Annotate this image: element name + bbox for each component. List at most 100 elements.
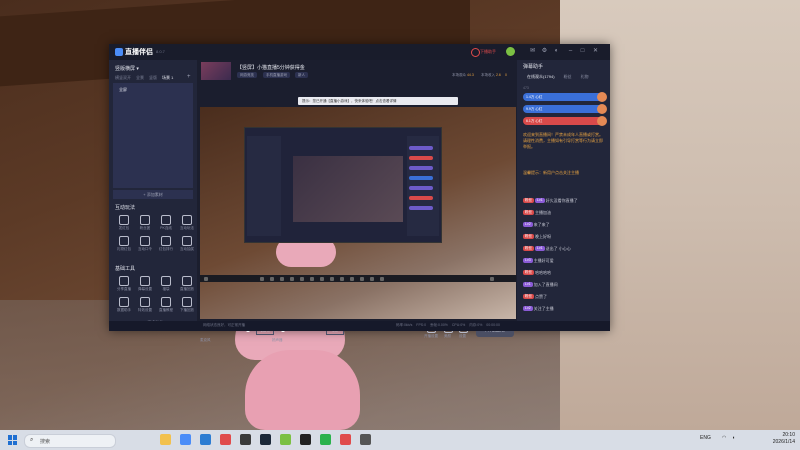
- skin-icon[interactable]: ◐: [553, 48, 560, 55]
- tab-online[interactable]: 在线观众(1794): [527, 74, 555, 80]
- chat-message[interactable]: Lv2 来了来了: [523, 221, 607, 228]
- search-placeholder: 搜索: [40, 439, 51, 445]
- tab-scene-1[interactable]: 场景 1: [162, 75, 173, 81]
- tool-tutorial[interactable]: 直播教程: [157, 297, 175, 313]
- chat-message[interactable]: 粉丝 Lv1 好久没看你直播了: [523, 197, 607, 204]
- app-window: 直播伴侣 8.0.7 下播助手 ✉ ⚙ ◐ – □ ✕ 竖版横屏 ▾ 横竖双开 …: [109, 44, 610, 342]
- chat-message[interactable]: 粉丝 主播加油: [523, 209, 607, 216]
- scene-tabs: 横竖双开 全景 竖版 场景 1: [115, 75, 173, 81]
- tool-data[interactable]: 数据助手: [115, 297, 133, 313]
- tab-fans[interactable]: 粉丝: [564, 74, 572, 80]
- settings-icon[interactable]: [360, 434, 371, 445]
- tool-interact[interactable]: 互动玩法: [178, 215, 196, 231]
- chat-message[interactable]: 粉丝 哈哈哈哈: [523, 269, 607, 276]
- game-icon[interactable]: [240, 434, 251, 445]
- room-tag: 手机直播游戏: [263, 72, 290, 78]
- room-title[interactable]: 【竖屏】小猫直播5分钟获得金: [237, 64, 305, 71]
- tool-end-replay[interactable]: 下播回放: [178, 297, 196, 313]
- app-icon[interactable]: [280, 434, 291, 445]
- chat-text: 来了来了: [533, 222, 550, 227]
- gift-label[interactable]: 下播助手: [480, 49, 496, 55]
- rank-row[interactable]: 6.1万 心红: [523, 116, 607, 126]
- browser-icon[interactable]: [180, 434, 191, 445]
- chat-icon[interactable]: [320, 434, 331, 445]
- files-icon[interactable]: [160, 434, 171, 445]
- chat-message[interactable]: 粉丝 Lv1 送出了 小心心: [523, 245, 607, 252]
- tool-pk[interactable]: PK连线: [157, 215, 175, 231]
- lucky-bag-icon: [161, 276, 171, 286]
- tool-lucky-bag[interactable]: 福袋: [157, 276, 175, 292]
- chat-message[interactable]: 粉丝 点赞了: [523, 293, 607, 300]
- tool-replay[interactable]: 直播回放: [178, 276, 196, 292]
- volume-icon[interactable]: ◖: [732, 435, 735, 441]
- chat-message[interactable]: Lv1 加入了直播间: [523, 281, 607, 288]
- rank-row[interactable]: 9.9万 心红: [523, 104, 607, 114]
- maximize-icon[interactable]: □: [579, 48, 586, 55]
- ranking-icon: [161, 236, 171, 246]
- tools-title: 基础工具: [115, 266, 136, 272]
- tool-effects[interactable]: 特效设置: [136, 297, 154, 313]
- gift-packet-icon: [119, 236, 129, 246]
- live-preview[interactable]: [200, 107, 516, 319]
- tool-gift-packet[interactable]: 礼物红包: [115, 236, 133, 252]
- live-icon[interactable]: [340, 434, 351, 445]
- os-taskbar: ⌕ 搜索 ENG ◠ ◖ 20:10 2026/1/14: [0, 430, 800, 450]
- chat-message[interactable]: 粉丝 晚上好呀: [523, 233, 607, 240]
- tool-lottery[interactable]: 互动抽奖: [178, 236, 196, 252]
- avatar[interactable]: [506, 47, 515, 56]
- rank-row[interactable]: 1.4万 心红: [523, 92, 607, 102]
- steam-icon[interactable]: [260, 434, 271, 445]
- tool-red-packet[interactable]: 发红包: [115, 215, 133, 231]
- network-status: 网络状态良好，可正常开播: [203, 323, 245, 327]
- store-icon[interactable]: [200, 434, 211, 445]
- lottery-icon: [182, 236, 192, 246]
- music-icon[interactable]: [220, 434, 231, 445]
- danmaku-title: 弹幕助手: [523, 64, 544, 70]
- close-icon[interactable]: ✕: [592, 48, 599, 55]
- mail-icon[interactable]: ✉: [529, 48, 536, 55]
- add-scene-icon[interactable]: +: [187, 74, 191, 80]
- layout-selector[interactable]: 竖版横屏 ▾: [115, 65, 139, 72]
- tab-dual[interactable]: 横竖双开: [115, 75, 131, 81]
- room-cover[interactable]: [201, 62, 231, 80]
- effects-icon: [140, 297, 150, 307]
- left-sidebar: 竖版横屏 ▾ 横竖双开 全景 竖版 场景 1 + 全屏 + 添加素材 互动玩法 …: [109, 60, 197, 331]
- source-item[interactable]: 全屏: [119, 87, 127, 93]
- danmaku-icon: [140, 276, 150, 286]
- tool-command[interactable]: 互动口令: [136, 236, 154, 252]
- system-message: 温馨提示：新用户点击关注主播: [523, 170, 579, 175]
- tool-ranking[interactable]: 红包排行: [157, 236, 175, 252]
- wifi-icon[interactable]: ◠: [722, 435, 726, 441]
- start-button[interactable]: [8, 435, 18, 445]
- pk-icon: [161, 215, 171, 225]
- settings-icon[interactable]: ⚙: [541, 48, 548, 55]
- add-source-button[interactable]: + 添加素材: [113, 190, 193, 199]
- tray-lang[interactable]: ENG: [700, 435, 711, 441]
- command-icon: [140, 236, 150, 246]
- system-message: 欢迎来到直播间！严禁未成年人直播或打赏。请理性消费，主播如有引导打赏等行为请立即…: [523, 132, 603, 149]
- tool-share[interactable]: 分享直播: [115, 276, 133, 292]
- chat-message[interactable]: Lv3 主播好可爱: [523, 257, 607, 264]
- tab-vertical[interactable]: 竖版: [149, 75, 157, 81]
- search-box[interactable]: ⌕ 搜索: [24, 434, 116, 448]
- tab-gifts[interactable]: 礼物: [581, 74, 589, 80]
- user-badge: 粉丝: [523, 270, 534, 276]
- stat-fans: 0: [505, 73, 507, 77]
- tool-danmaku[interactable]: 弹幕设置: [136, 276, 154, 292]
- notice-bar[interactable]: 提示：您已开通【直播小游戏】，快来体验吧！点击查看详情: [298, 97, 458, 105]
- captured-taskbar: [200, 275, 516, 282]
- tab-full[interactable]: 全景: [136, 75, 144, 81]
- app-version: 8.0.7: [156, 49, 165, 54]
- chat-text: 好久没看你直播了: [545, 198, 578, 203]
- minimize-icon[interactable]: –: [567, 48, 574, 55]
- clock[interactable]: 20:10 2026/1/14: [750, 432, 795, 446]
- clock-date: 2026/1/14: [772, 439, 795, 445]
- center-panel: 【竖屏】小猫直播5分钟获得金 网游竞技 手机直播游戏 新人 本场观众 44.3 …: [197, 60, 517, 342]
- interact-icon: [182, 215, 192, 225]
- chat-message[interactable]: Lv2 关注了主播: [523, 305, 607, 312]
- capcut-icon[interactable]: [300, 434, 311, 445]
- tool-fans[interactable]: 粉丝团: [136, 215, 154, 231]
- gift-icon: [597, 116, 607, 126]
- gift-icon[interactable]: [471, 48, 480, 57]
- stat-viewers: 本场观众 44.3: [452, 73, 474, 77]
